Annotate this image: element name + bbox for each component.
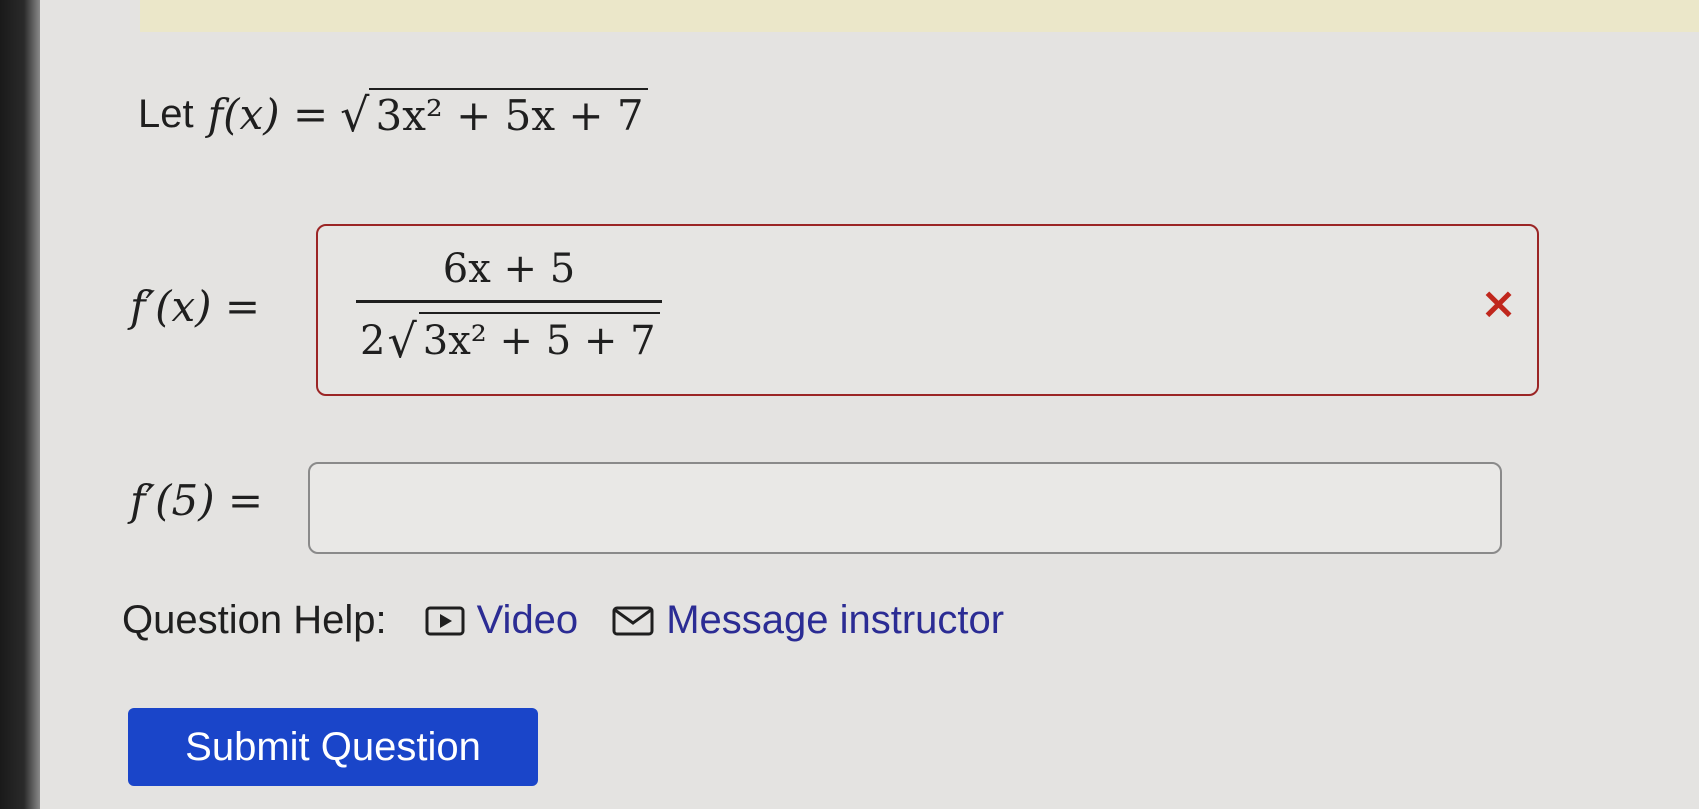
derivative-fraction: 6x + 5 2 √ 3x² + 5 + 7 — [356, 238, 662, 383]
sqrt-symbol: √ — [340, 88, 370, 142]
derivative-label: f′(x) = — [130, 282, 260, 331]
denominator-sqrt-symbol: √ — [387, 314, 417, 368]
left-bezel — [0, 0, 40, 809]
derivative-answer-box[interactable]: 6x + 5 2 √ 3x² + 5 + 7 × — [316, 224, 1539, 396]
evaluation-label: f′(5) = — [130, 476, 263, 525]
function-definition: Let f(x) = √ 3x² + 5x + 7 — [138, 88, 648, 140]
function-lhs: f(x) = — [207, 89, 329, 139]
submit-question-button[interactable]: Submit Question — [128, 708, 538, 786]
message-instructor-link[interactable]: Message instructor — [612, 598, 1004, 643]
function-radicand: 3x² + 5x + 7 — [369, 88, 648, 140]
video-link[interactable]: Video — [425, 598, 579, 643]
video-icon — [425, 606, 465, 635]
evaluation-answer-input[interactable] — [308, 462, 1502, 554]
incorrect-icon: × — [1480, 278, 1517, 329]
function-sqrt: √ 3x² + 5x + 7 — [340, 88, 648, 140]
fraction-denominator: 2 √ 3x² + 5 + 7 — [360, 312, 660, 364]
message-instructor-label: Message instructor — [666, 598, 1005, 642]
fraction-bar — [356, 300, 662, 303]
fraction-numerator: 6x + 5 — [442, 246, 576, 292]
top-banner — [140, 0, 1699, 32]
derivative-label-text: f′(x) = — [130, 282, 261, 331]
mail-icon — [612, 606, 654, 635]
video-link-label: Video — [476, 598, 579, 642]
evaluation-label-text: f′(5) = — [130, 476, 264, 525]
denominator-coefficient: 2 — [360, 318, 386, 364]
let-text: Let — [138, 91, 194, 136]
question-help: Question Help: Video Message instructor — [122, 598, 1038, 643]
denominator-radicand: 3x² + 5 + 7 — [418, 312, 660, 364]
question-help-label: Question Help: — [122, 598, 387, 642]
